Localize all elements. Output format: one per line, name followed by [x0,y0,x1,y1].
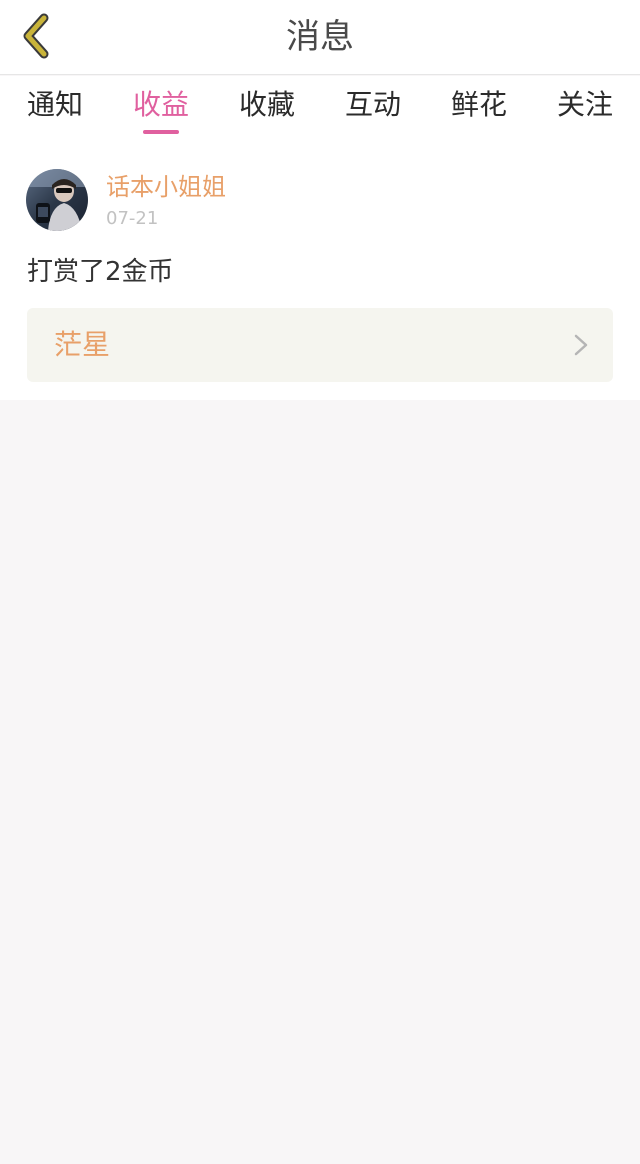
tab-bar: 通知 收益 收藏 互动 鲜花 关注 [0,76,640,138]
message-list: 话本小姐姐 07-21 打赏了2金币 茫星 [0,138,640,400]
header-bar: 消息 [0,0,640,75]
tab-following[interactable]: 关注 [540,76,630,138]
tab-label: 收藏 [238,88,295,121]
message-text: 打赏了2金币 [27,257,174,287]
tab-label: 收益 [132,88,189,121]
tab-label: 关注 [556,88,613,121]
avatar-image [26,169,88,231]
tab-earnings[interactable]: 收益 [116,76,206,138]
chevron-right-icon [574,334,588,356]
tab-flowers[interactable]: 鲜花 [434,76,524,138]
message-date: 07-21 [106,208,159,229]
tab-label: 通知 [26,88,83,121]
tab-label: 鲜花 [450,88,507,121]
back-button[interactable] [10,10,60,62]
username[interactable]: 话本小姐姐 [106,172,226,202]
page-title: 消息 [286,17,354,57]
work-title: 茫星 [54,328,111,361]
avatar[interactable] [26,169,88,231]
active-tab-indicator [143,130,179,134]
tab-favorites[interactable]: 收藏 [222,76,312,138]
tab-interactions[interactable]: 互动 [328,76,418,138]
tab-label: 互动 [344,88,401,121]
chevron-left-icon [23,13,49,59]
messages-page: 消息 通知 收益 收藏 互动 鲜花 关注 话本小姐姐 07-21 打赏了2金币 … [0,0,640,1164]
tab-notifications[interactable]: 通知 [10,76,100,138]
work-link-card[interactable]: 茫星 [27,308,613,382]
